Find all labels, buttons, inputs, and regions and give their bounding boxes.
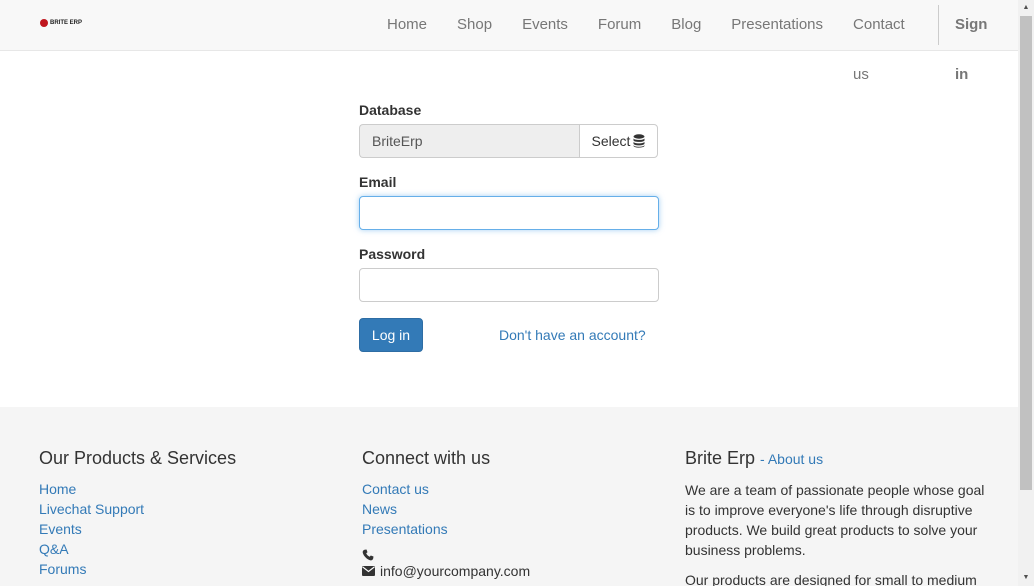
footer-connect-column: Connect with us Contact us News Presenta… [362, 447, 530, 581]
footer-link-presentations[interactable]: Presentations [362, 519, 530, 539]
footer-link-events[interactable]: Events [39, 519, 236, 539]
footer-link-contact-us[interactable]: Contact us [362, 479, 530, 499]
phone-icon [362, 549, 374, 561]
nav-item-forum[interactable]: Forum [583, 0, 656, 50]
footer-about-column: Brite Erp - About us We are a team of pa… [685, 447, 985, 586]
footer-connect-title: Connect with us [362, 448, 491, 468]
nav-item-blog[interactable]: Blog [656, 0, 716, 50]
top-navbar: BRITE ERP Home Shop Events Forum Blog Pr… [0, 0, 1018, 83]
scroll-down-arrow-icon[interactable]: ▼ [1018, 570, 1034, 586]
company-name: Brite Erp [685, 448, 756, 468]
about-paragraph-2: Our products are designed for small to m… [685, 572, 977, 586]
password-field[interactable] [359, 268, 659, 302]
nav-item-events[interactable]: Events [507, 0, 583, 50]
about-paragraph-1: We are a team of passionate people whose… [685, 482, 985, 558]
footer: Our Products & Services Home Livechat Su… [0, 407, 1018, 586]
database-group: BriteErp Select [359, 124, 658, 158]
nav-item-presentations[interactable]: Presentations [716, 0, 838, 50]
envelope-icon [362, 566, 375, 576]
nav-item-shop[interactable]: Shop [442, 0, 507, 50]
login-form: Database BriteErp Select Email Password … [359, 102, 659, 352]
scroll-up-arrow-icon[interactable]: ▲ [1018, 0, 1034, 16]
scrollbar-thumb[interactable] [1020, 16, 1032, 490]
footer-link-forums[interactable]: Forums [39, 559, 236, 579]
about-us-link[interactable]: - About us [760, 451, 823, 467]
database-icon [633, 134, 645, 148]
password-label: Password [359, 246, 426, 262]
vertical-scrollbar[interactable]: ▲ ▼ [1018, 0, 1034, 586]
logo-dot-icon [40, 19, 48, 27]
phone-line [362, 549, 530, 561]
email-field[interactable] [359, 196, 659, 230]
footer-link-news[interactable]: News [362, 499, 530, 519]
login-button[interactable]: Log in [359, 318, 423, 352]
email-line: info@yourcompany.com [362, 561, 530, 581]
footer-products-column: Our Products & Services Home Livechat Su… [39, 447, 236, 579]
form-actions: Log in Don't have an account? [359, 318, 659, 352]
database-field: BriteErp [359, 124, 579, 158]
footer-link-livechat-support[interactable]: Livechat Support [39, 499, 236, 519]
brand-logo[interactable]: BRITE ERP [40, 19, 82, 27]
logo-text: BRITE ERP [50, 20, 83, 26]
footer-link-qa[interactable]: Q&A [39, 539, 236, 559]
footer-email[interactable]: info@yourcompany.com [380, 561, 530, 581]
signup-link[interactable]: Don't have an account? [499, 327, 646, 343]
footer-link-home[interactable]: Home [39, 479, 236, 499]
main-nav: Home Shop Events Forum Blog Presentation… [372, 0, 1018, 83]
nav-item-home[interactable]: Home [372, 0, 442, 50]
nav-item-contact-us[interactable]: Contact us [838, 0, 937, 83]
select-database-button[interactable]: Select [579, 124, 658, 158]
email-label: Email [359, 174, 397, 190]
database-label: Database [359, 102, 422, 118]
footer-about-title: Brite Erp - About us [685, 447, 985, 470]
select-button-label: Select [591, 133, 631, 149]
footer-products-title: Our Products & Services [39, 448, 237, 468]
sign-in-link[interactable]: Sign in [939, 0, 1018, 83]
